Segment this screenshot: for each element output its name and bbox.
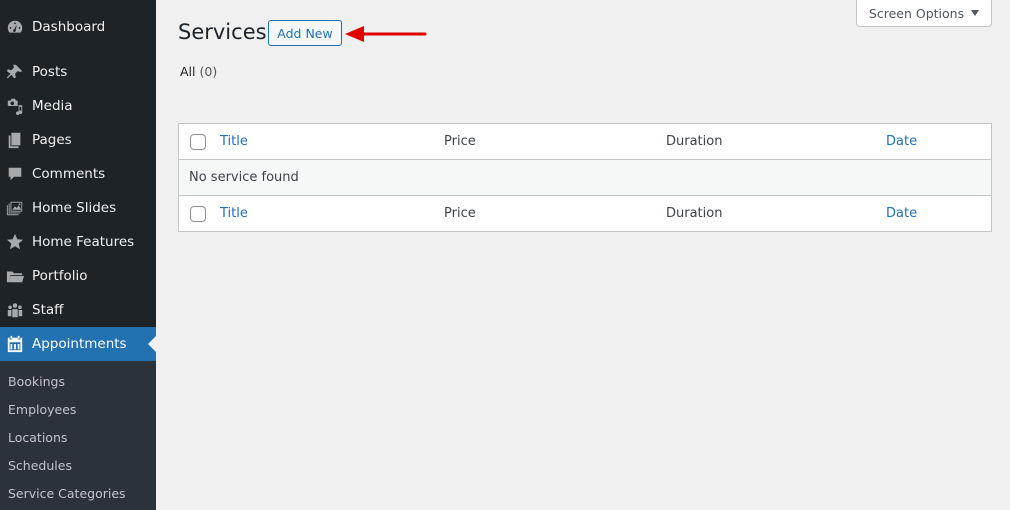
- services-table: Title Price Duration Date No service fou…: [178, 123, 992, 232]
- column-date-sort-footer[interactable]: Date: [886, 196, 917, 232]
- sidebar-item-label: Home Features: [32, 234, 135, 250]
- submenu-item-employees[interactable]: Employees: [8, 400, 76, 420]
- current-menu-indicator: [148, 336, 156, 352]
- sidebar-item-portfolio[interactable]: Portfolio: [0, 259, 156, 293]
- sidebar-item-label: Posts: [32, 64, 68, 80]
- status-filter: All (0): [180, 64, 217, 79]
- star-icon: [5, 232, 25, 252]
- folder-icon: [5, 266, 25, 286]
- sidebar-item-appointments[interactable]: Appointments: [0, 327, 156, 361]
- column-price: Price: [444, 134, 476, 149]
- caret-down-icon: [971, 10, 980, 16]
- submenu-item-bookings[interactable]: Bookings: [8, 372, 65, 392]
- sidebar-item-home-slides[interactable]: Home Slides: [0, 191, 156, 225]
- filter-all-count: (0): [199, 64, 218, 79]
- pages-icon: [5, 130, 25, 150]
- submenu-item-schedules[interactable]: Schedules: [8, 456, 72, 476]
- groups-icon: [5, 300, 25, 320]
- column-title-sort-footer[interactable]: Title: [220, 196, 248, 232]
- sidebar-item-staff[interactable]: Staff: [0, 293, 156, 327]
- slides-icon: [5, 198, 25, 218]
- sidebar-item-dashboard[interactable]: Dashboard: [0, 10, 156, 44]
- table-footer-row: Title Price Duration Date: [179, 196, 991, 232]
- annotation-arrow-icon: [345, 26, 427, 42]
- media-icon: [5, 96, 25, 116]
- select-all-checkbox[interactable]: [190, 134, 206, 150]
- sidebar-item-posts[interactable]: Posts: [0, 55, 156, 89]
- sidebar-item-label: Staff: [32, 302, 64, 318]
- sidebar-item-label: Pages: [32, 132, 72, 148]
- table-header-row: Title Price Duration Date: [179, 124, 991, 160]
- column-duration: Duration: [666, 134, 723, 149]
- submenu-item-locations[interactable]: Locations: [8, 428, 67, 448]
- sidebar-item-home-features[interactable]: Home Features: [0, 225, 156, 259]
- sidebar-item-comments[interactable]: Comments: [0, 157, 156, 191]
- sidebar-item-pages[interactable]: Pages: [0, 123, 156, 157]
- sidebar-item-label: Portfolio: [32, 268, 88, 284]
- pin-icon: [5, 62, 25, 82]
- page-title: Services: [178, 20, 267, 44]
- column-price-footer: Price: [444, 206, 476, 221]
- column-title-sort[interactable]: Title: [220, 124, 248, 160]
- filter-all-link[interactable]: All: [180, 64, 196, 79]
- comment-icon: [5, 164, 25, 184]
- appointments-submenu: Bookings Employees Locations Schedules S…: [0, 361, 156, 510]
- sidebar-item-label: Media: [32, 98, 73, 114]
- sidebar-item-label: Comments: [32, 166, 106, 182]
- screen-options-label: Screen Options: [868, 5, 965, 21]
- column-duration-footer: Duration: [666, 206, 723, 221]
- select-all-checkbox-footer[interactable]: [190, 206, 206, 222]
- sidebar-item-media[interactable]: Media: [0, 89, 156, 123]
- add-new-button[interactable]: Add New: [268, 20, 342, 46]
- calendar-icon: [5, 334, 25, 354]
- column-date-sort[interactable]: Date: [886, 124, 917, 160]
- table-row: No service found: [179, 160, 991, 196]
- screen-options-button[interactable]: Screen Options: [856, 0, 992, 27]
- admin-sidebar: Dashboard Posts Media Pages Comments Hom…: [0, 0, 156, 510]
- sidebar-item-label: Home Slides: [32, 200, 117, 216]
- sidebar-item-label: Appointments: [32, 336, 127, 352]
- sidebar-item-label: Dashboard: [32, 19, 106, 35]
- empty-message: No service found: [189, 170, 299, 185]
- dashboard-icon: [5, 17, 25, 37]
- submenu-item-service-categories[interactable]: Service Categories: [8, 484, 126, 504]
